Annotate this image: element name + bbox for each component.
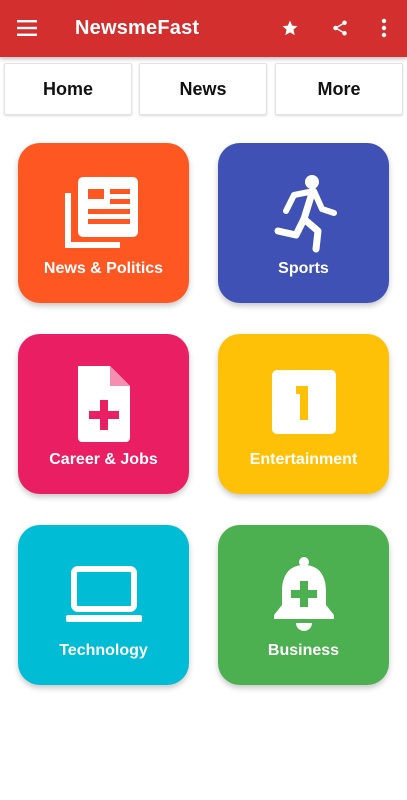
category-news-politics[interactable]: News & Politics — [18, 143, 189, 303]
category-label: Business — [267, 642, 340, 659]
category-label: News & Politics — [43, 260, 164, 277]
running-person-icon — [264, 173, 344, 253]
newspaper-icon — [64, 173, 144, 253]
laptop-icon — [64, 555, 144, 635]
category-label: Technology — [59, 642, 148, 659]
tab-home[interactable]: Home — [4, 63, 132, 115]
more-vert-icon[interactable] — [366, 10, 402, 46]
share-icon[interactable] — [322, 10, 358, 46]
category-career-jobs[interactable]: Career & Jobs — [18, 334, 189, 494]
star-icon[interactable] — [272, 10, 308, 46]
app-title: NewsmeFast — [75, 17, 200, 39]
document-add-icon — [64, 364, 144, 444]
tab-news[interactable]: News — [139, 63, 267, 115]
app-bar: NewsmeFast — [0, 0, 407, 57]
bell-plus-icon — [264, 555, 344, 635]
tab-more[interactable]: More — [275, 63, 403, 115]
top-tabs: Home News More — [0, 61, 407, 117]
category-entertainment[interactable]: Entertainment — [218, 334, 389, 494]
category-label: Entertainment — [249, 451, 358, 468]
number-one-box-icon — [264, 364, 344, 444]
category-sports[interactable]: Sports — [218, 143, 389, 303]
category-label: Sports — [278, 260, 329, 277]
menu-icon[interactable] — [8, 8, 48, 48]
category-business[interactable]: Business — [218, 525, 389, 685]
category-label: Career & Jobs — [49, 451, 158, 468]
category-technology[interactable]: Technology — [18, 525, 189, 685]
